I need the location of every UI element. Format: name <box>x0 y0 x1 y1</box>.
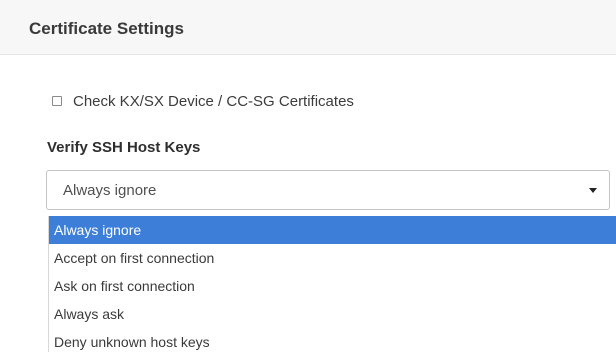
ssh-host-keys-dropdown: Always ignore Accept on first connection… <box>48 216 616 352</box>
option-always-ask[interactable]: Always ask <box>49 300 616 328</box>
certificate-check-row[interactable]: Check KX/SX Device / CC-SG Certificates <box>52 92 354 110</box>
page-title: Certificate Settings <box>29 19 184 38</box>
settings-header: Certificate Settings <box>0 0 616 55</box>
option-accept-on-first-connection[interactable]: Accept on first connection <box>49 244 616 272</box>
checkbox-icon[interactable] <box>52 96 62 106</box>
chevron-down-icon[interactable] <box>589 188 597 193</box>
option-always-ignore[interactable]: Always ignore <box>49 216 616 244</box>
ssh-host-keys-selected-value: Always ignore <box>63 182 157 199</box>
ssh-host-keys-label: Verify SSH Host Keys <box>47 139 201 156</box>
ssh-host-keys-select[interactable]: Always ignore <box>46 170 610 210</box>
option-ask-on-first-connection[interactable]: Ask on first connection <box>49 272 616 300</box>
certificate-check-label[interactable]: Check KX/SX Device / CC-SG Certificates <box>73 93 354 110</box>
